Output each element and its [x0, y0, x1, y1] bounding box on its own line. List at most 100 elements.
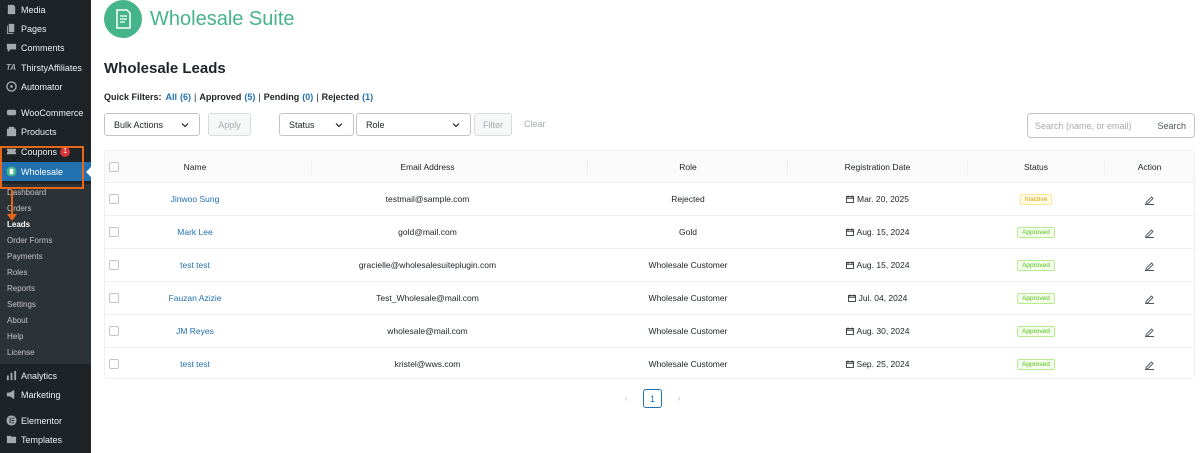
quick-filters-label: Quick Filters: [104, 92, 162, 102]
lead-status: Inactive [968, 183, 1104, 215]
table-row: Jinwoo Sung testmail@sample.com Rejected… [105, 183, 1194, 216]
filter-rejected[interactable]: Rejected (1) [322, 92, 374, 102]
sidebar-item-thirstyaffiliates[interactable]: TA ThirstyAffiliates [0, 58, 91, 77]
sidebar-item-pages[interactable]: Pages [0, 19, 91, 38]
row-checkbox[interactable] [109, 260, 119, 270]
sidebar-item-templates[interactable]: Templates [0, 430, 91, 449]
submenu-reports[interactable]: Reports [7, 283, 35, 295]
lead-role: Rejected [671, 194, 705, 204]
calendar-icon [847, 294, 856, 302]
lead-role: Wholesale Customer [648, 326, 728, 336]
chevron-right-icon[interactable]: › [672, 392, 686, 406]
status-badge: Approved [1017, 260, 1055, 272]
status-badge: Approved [1017, 326, 1055, 338]
sidebar-item-media[interactable]: Media [0, 0, 91, 19]
lead-role: Wholesale Customer [648, 293, 728, 303]
lead-status: Approved [968, 249, 1104, 281]
sidebar-item-products[interactable]: Products [0, 122, 91, 141]
sidebar-item-label: Elementor [21, 415, 63, 426]
sidebar-item-elementor[interactable]: Elementor [0, 411, 91, 430]
calendar-icon [845, 360, 854, 368]
role-select[interactable]: Role [356, 113, 471, 136]
column-header-registration-date[interactable]: Registration Date [788, 151, 967, 183]
lead-action [1105, 348, 1194, 380]
row-checkbox[interactable] [109, 293, 119, 303]
submenu-license[interactable]: License [7, 347, 35, 359]
apply-button[interactable]: Apply [208, 113, 251, 136]
media-icon [5, 4, 17, 16]
submenu-settings[interactable]: Settings [7, 299, 36, 311]
bulk-actions-select[interactable]: Bulk Actions [104, 113, 200, 136]
edit-icon[interactable] [1144, 227, 1155, 239]
table-row: JM Reyes wholesale@mail.com Wholesale Cu… [105, 315, 1194, 348]
status-select[interactable]: Status [279, 113, 354, 136]
calendar-icon [846, 195, 854, 203]
filter-all[interactable]: All (6) [166, 92, 192, 102]
main-content: Wholesale Suite Wholesale Leads Quick Fi… [91, 0, 1200, 453]
comments-icon [5, 42, 17, 54]
lead-status: Approved [968, 315, 1104, 347]
sidebar-item-label: Templates [21, 434, 63, 445]
lead-name-link[interactable]: Mark Lee [139, 216, 251, 248]
edit-icon[interactable] [1144, 260, 1155, 272]
filter-pending[interactable]: Pending (0) [264, 92, 314, 102]
column-header-name[interactable]: Name [139, 151, 251, 183]
column-header-email[interactable]: Email Address [312, 151, 543, 183]
products-icon [5, 126, 17, 138]
row-checkbox[interactable] [109, 227, 119, 237]
calendar-icon [845, 261, 854, 269]
lead-email: gracielle@wholesalesuiteplugin.com [358, 260, 497, 270]
lead-status: Approved [968, 348, 1104, 380]
annotation-arrow-head-icon [7, 214, 17, 221]
submenu-order-forms[interactable]: Order Forms [7, 235, 52, 247]
chevron-left-icon[interactable]: ‹ [619, 392, 633, 406]
clear-filters-link[interactable]: Clear [524, 119, 546, 129]
search-button[interactable]: Search [1157, 121, 1186, 131]
sidebar-item-automator[interactable]: Automator [0, 77, 91, 96]
submenu-roles[interactable]: Roles [7, 267, 27, 279]
column-header-status[interactable]: Status [968, 151, 1104, 183]
row-checkbox[interactable] [109, 359, 119, 369]
lead-action [1105, 216, 1194, 248]
row-checkbox[interactable] [109, 326, 119, 336]
lead-email: testmail@sample.com [385, 194, 470, 204]
marketing-icon [5, 389, 17, 401]
lead-email: kristel@wws.com [394, 359, 461, 369]
lead-email: wholesale@mail.com [387, 326, 468, 336]
edit-icon[interactable] [1144, 293, 1155, 305]
sidebar-item-marketing[interactable]: Marketing [0, 385, 91, 404]
filter-button[interactable]: Filter [474, 113, 512, 136]
page-title: Wholesale Leads [104, 60, 226, 77]
lead-action [1105, 282, 1194, 314]
sidebar-item-label: ThirstyAffiliates [21, 62, 82, 73]
submenu-help[interactable]: Help [7, 331, 23, 343]
column-header-role[interactable]: Role [588, 151, 788, 183]
chevron-down-icon [335, 123, 343, 128]
status-badge: Inactive [1019, 194, 1053, 206]
lead-name-link[interactable]: test test [139, 348, 251, 380]
edit-icon[interactable] [1144, 326, 1155, 338]
submenu-payments[interactable]: Payments [7, 251, 43, 263]
elementor-icon [5, 415, 17, 427]
edit-icon[interactable] [1144, 194, 1155, 206]
lead-name-link[interactable]: Fauzan Azizie [139, 282, 251, 314]
lead-name-link[interactable]: Jinwoo Sung [139, 183, 251, 215]
lead-name-link[interactable]: JM Reyes [139, 315, 251, 347]
submenu-about[interactable]: About [7, 315, 28, 327]
row-checkbox[interactable] [109, 194, 119, 204]
filter-approved[interactable]: Approved (5) [199, 92, 255, 102]
sidebar-item-analytics[interactable]: Analytics [0, 366, 91, 385]
sidebar-item-comments[interactable]: Comments [0, 38, 91, 57]
select-all-checkbox[interactable] [109, 162, 119, 172]
leads-table: Name Email Address Role Registration Dat… [104, 150, 1195, 379]
lead-action [1105, 249, 1194, 281]
table-header: Name Email Address Role Registration Dat… [105, 151, 1194, 183]
page-button-current[interactable]: 1 [643, 389, 662, 408]
sidebar-item-woocommerce[interactable]: WooCommerce [0, 103, 91, 122]
status-badge: Approved [1017, 227, 1055, 239]
edit-icon[interactable] [1144, 359, 1155, 371]
lead-status: Approved [968, 282, 1104, 314]
lead-name-link[interactable]: test test [139, 249, 251, 281]
search-input[interactable] [1028, 120, 1148, 131]
sidebar-item-label: Media [21, 4, 46, 15]
